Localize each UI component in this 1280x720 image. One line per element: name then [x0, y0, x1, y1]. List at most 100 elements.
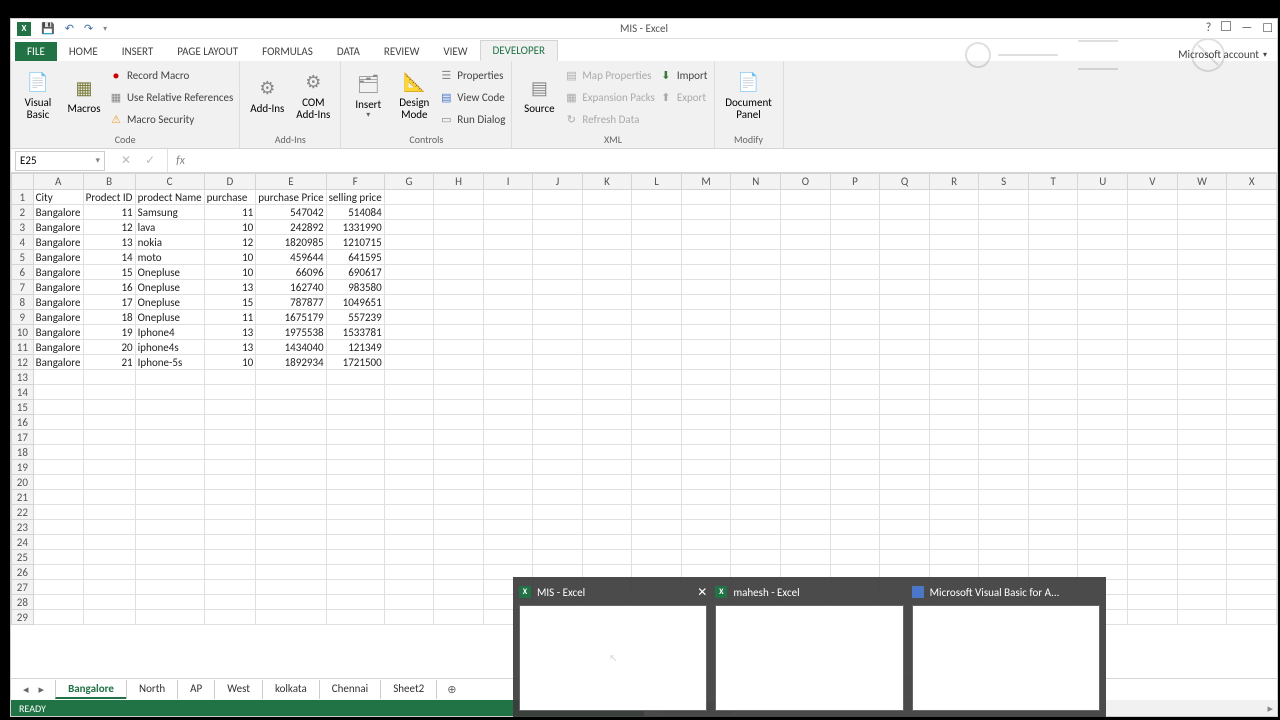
- cell[interactable]: [781, 400, 831, 415]
- cell[interactable]: [979, 370, 1029, 385]
- cell[interactable]: [483, 190, 532, 205]
- insert-button[interactable]: 🗂Insert▾: [347, 63, 389, 127]
- cell[interactable]: [1078, 370, 1128, 385]
- cell[interactable]: [1227, 445, 1277, 460]
- cell[interactable]: 121349: [326, 340, 384, 355]
- cell[interactable]: [979, 520, 1029, 535]
- cell[interactable]: [135, 445, 204, 460]
- cell[interactable]: [582, 385, 632, 400]
- cell[interactable]: [1128, 235, 1178, 250]
- cell[interactable]: [582, 310, 632, 325]
- cell[interactable]: Bangalore: [33, 325, 83, 340]
- cell[interactable]: 10: [204, 250, 256, 265]
- minimize-icon[interactable]: —: [1241, 21, 1252, 36]
- cell[interactable]: [1028, 400, 1078, 415]
- row-header[interactable]: 8: [12, 295, 34, 310]
- cell[interactable]: [384, 430, 434, 445]
- cell[interactable]: [1227, 580, 1277, 595]
- cell[interactable]: [731, 535, 781, 550]
- cell[interactable]: [204, 580, 256, 595]
- cell[interactable]: [1227, 550, 1277, 565]
- cell[interactable]: [830, 250, 880, 265]
- cell[interactable]: [83, 550, 135, 565]
- cell[interactable]: 690617: [326, 265, 384, 280]
- cell[interactable]: [204, 445, 256, 460]
- cell[interactable]: [33, 505, 83, 520]
- cell[interactable]: [632, 475, 681, 490]
- cell[interactable]: [204, 505, 256, 520]
- cell[interactable]: [1177, 430, 1227, 445]
- cell[interactable]: [1078, 235, 1128, 250]
- cell[interactable]: [781, 505, 831, 520]
- cell[interactable]: [979, 535, 1029, 550]
- cell[interactable]: [1028, 385, 1078, 400]
- cell[interactable]: [1128, 220, 1178, 235]
- cell[interactable]: [1227, 520, 1277, 535]
- cell[interactable]: [929, 220, 979, 235]
- row-header[interactable]: 26: [12, 565, 34, 580]
- maximize-icon[interactable]: ☐: [1262, 21, 1273, 36]
- cell[interactable]: [326, 445, 384, 460]
- account-label[interactable]: Microsoft account▾: [1178, 48, 1277, 61]
- tab-data[interactable]: DATA: [325, 42, 372, 61]
- cell[interactable]: [1177, 250, 1227, 265]
- cell[interactable]: [384, 505, 434, 520]
- cell[interactable]: [781, 355, 831, 370]
- expansion-packs-button[interactable]: ▦Expansion Packs: [564, 87, 654, 107]
- cell[interactable]: [434, 280, 484, 295]
- cell[interactable]: [384, 355, 434, 370]
- cell[interactable]: [1227, 220, 1277, 235]
- cell[interactable]: [326, 475, 384, 490]
- cell[interactable]: [434, 295, 484, 310]
- cell[interactable]: [681, 325, 731, 340]
- cell[interactable]: [533, 475, 582, 490]
- cell[interactable]: [929, 265, 979, 280]
- cell[interactable]: lava: [135, 220, 204, 235]
- cell[interactable]: [256, 385, 326, 400]
- cell[interactable]: [781, 535, 831, 550]
- cell[interactable]: 11: [204, 205, 256, 220]
- cell[interactable]: [483, 250, 532, 265]
- cell[interactable]: [533, 265, 582, 280]
- cell[interactable]: 12: [204, 235, 256, 250]
- cell[interactable]: [929, 325, 979, 340]
- cell[interactable]: [533, 295, 582, 310]
- design-mode-button[interactable]: 📐Design Mode: [393, 63, 435, 127]
- cell[interactable]: [434, 205, 484, 220]
- cell[interactable]: Bangalore: [33, 340, 83, 355]
- cell[interactable]: [1177, 460, 1227, 475]
- cell[interactable]: [830, 325, 880, 340]
- cell[interactable]: [731, 490, 781, 505]
- cell[interactable]: [929, 505, 979, 520]
- cell[interactable]: [632, 340, 681, 355]
- cell[interactable]: Iphone-5s: [135, 355, 204, 370]
- import-button[interactable]: ⬇Import: [659, 65, 708, 85]
- cell[interactable]: [326, 595, 384, 610]
- cell[interactable]: [434, 220, 484, 235]
- cell[interactable]: purchase: [204, 190, 256, 205]
- cell[interactable]: [326, 430, 384, 445]
- cell[interactable]: 20: [83, 340, 135, 355]
- cell[interactable]: [384, 250, 434, 265]
- cell[interactable]: 557239: [326, 310, 384, 325]
- cell[interactable]: [1177, 610, 1227, 625]
- cell[interactable]: [731, 430, 781, 445]
- cell[interactable]: [384, 550, 434, 565]
- cell[interactable]: [929, 460, 979, 475]
- cell[interactable]: [830, 355, 880, 370]
- cell[interactable]: [781, 220, 831, 235]
- cell[interactable]: [632, 295, 681, 310]
- cell[interactable]: [632, 310, 681, 325]
- row-header[interactable]: 15: [12, 400, 34, 415]
- cell[interactable]: [326, 610, 384, 625]
- row-header[interactable]: 23: [12, 520, 34, 535]
- cell[interactable]: [483, 475, 532, 490]
- cell[interactable]: [681, 430, 731, 445]
- cell[interactable]: [1177, 445, 1227, 460]
- cell[interactable]: [830, 445, 880, 460]
- cell[interactable]: [384, 205, 434, 220]
- cell[interactable]: [256, 595, 326, 610]
- cell[interactable]: [1128, 190, 1178, 205]
- cell[interactable]: [204, 385, 256, 400]
- cell[interactable]: [533, 310, 582, 325]
